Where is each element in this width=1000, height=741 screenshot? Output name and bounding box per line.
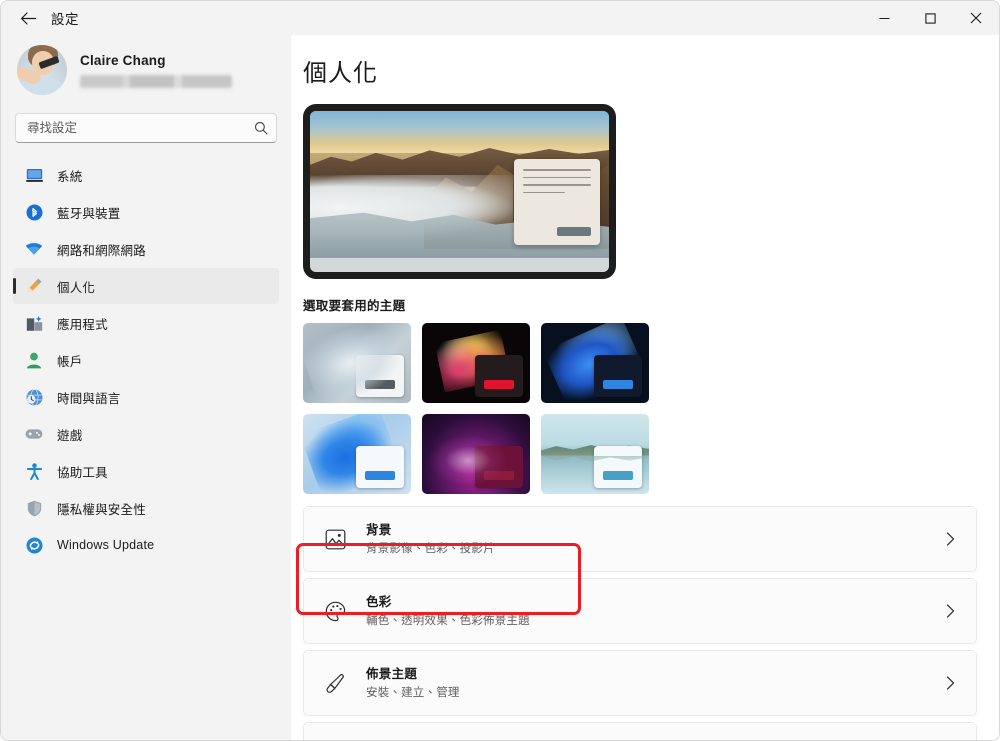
gaming-icon bbox=[25, 425, 43, 443]
desktop-preview[interactable] bbox=[303, 104, 616, 279]
profile-email-redacted bbox=[80, 75, 232, 88]
preview-taskbar bbox=[310, 258, 609, 272]
settings-row-subtitle: 背景影像、色彩、投影片 bbox=[366, 541, 940, 557]
minimize-button[interactable] bbox=[861, 2, 907, 35]
themes-section-label: 選取要套用的主題 bbox=[303, 295, 977, 314]
minimize-icon bbox=[879, 13, 890, 24]
settings-row-subtitle: 安裝、建立、管理 bbox=[366, 685, 940, 701]
main-content: 個人化 bbox=[291, 35, 999, 740]
image-icon bbox=[322, 526, 348, 552]
sidebar-item-apps[interactable]: 應用程式 bbox=[13, 305, 279, 341]
theme-purple-glow[interactable] bbox=[422, 414, 530, 494]
sidebar-item-system[interactable]: 系統 bbox=[13, 157, 279, 193]
settings-row-colors[interactable]: 色彩 輔色、透明效果、色彩佈景主題 bbox=[303, 578, 977, 644]
personalization-icon bbox=[25, 277, 43, 295]
title-bar: 設定 bbox=[1, 1, 999, 35]
sidebar-item-accounts[interactable]: 帳戶 bbox=[13, 342, 279, 378]
palette-icon bbox=[322, 598, 348, 624]
sidebar-item-label: 應用程式 bbox=[57, 314, 108, 333]
sidebar-item-network-internet[interactable]: 網路和網際網路 bbox=[13, 231, 279, 267]
sidebar-item-label: Windows Update bbox=[57, 538, 154, 552]
theme-blue-dark[interactable] bbox=[541, 323, 649, 403]
settings-row-title: 佈景主題 bbox=[366, 667, 417, 681]
preview-window-button bbox=[557, 227, 591, 236]
preview-sky bbox=[310, 111, 609, 153]
settings-row-title: 背景 bbox=[366, 523, 392, 537]
sidebar-item-label: 系統 bbox=[57, 166, 82, 185]
system-icon bbox=[25, 166, 43, 184]
settings-row-title: 色彩 bbox=[366, 595, 392, 609]
accounts-icon bbox=[25, 351, 43, 369]
theme-light-bloom[interactable] bbox=[303, 323, 411, 403]
sidebar-item-windows-update[interactable]: Windows Update bbox=[13, 527, 279, 563]
preview-window-card bbox=[514, 159, 600, 245]
sidebar-item-label: 遊戲 bbox=[57, 425, 82, 444]
sidebar-nav: 系統 藍牙與裝置 bbox=[11, 157, 281, 563]
close-button[interactable] bbox=[953, 2, 999, 35]
search-box[interactable] bbox=[15, 113, 277, 143]
sidebar-item-label: 協助工具 bbox=[57, 462, 108, 481]
close-icon bbox=[970, 12, 982, 24]
settings-window: 設定 bbox=[0, 0, 1000, 741]
search-input[interactable] bbox=[16, 114, 246, 142]
back-button[interactable] bbox=[11, 3, 45, 33]
maximize-button[interactable] bbox=[907, 2, 953, 35]
avatar bbox=[17, 45, 67, 95]
maximize-icon bbox=[925, 13, 936, 24]
page-title: 個人化 bbox=[303, 53, 977, 88]
chevron-right-icon bbox=[940, 604, 960, 618]
sidebar-item-personalization[interactable]: 個人化 bbox=[13, 268, 279, 304]
sidebar-item-label: 時間與語言 bbox=[57, 388, 121, 407]
sidebar-item-label: 個人化 bbox=[57, 277, 95, 296]
window-title: 設定 bbox=[51, 8, 79, 28]
theme-lake[interactable] bbox=[541, 414, 649, 494]
paintbrush-icon bbox=[322, 670, 348, 696]
theme-blue-light[interactable] bbox=[303, 414, 411, 494]
theme-grid bbox=[303, 323, 977, 494]
sidebar-item-label: 藍牙與裝置 bbox=[57, 203, 121, 222]
sidebar-item-label: 帳戶 bbox=[57, 351, 82, 370]
settings-row-lockscreen[interactable]: 鎖定畫面 bbox=[303, 722, 977, 740]
profile-name: Claire Chang bbox=[80, 52, 232, 69]
sidebar-item-privacy-security[interactable]: 隱私權與安全性 bbox=[13, 490, 279, 526]
sidebar-item-accessibility[interactable]: 協助工具 bbox=[13, 453, 279, 489]
apps-icon bbox=[25, 314, 43, 332]
wifi-icon bbox=[25, 240, 43, 258]
settings-row-themes[interactable]: 佈景主題 安裝、建立、管理 bbox=[303, 650, 977, 716]
settings-row-background[interactable]: 背景 背景影像、色彩、投影片 bbox=[303, 506, 977, 572]
accessibility-icon bbox=[25, 462, 43, 480]
chevron-right-icon bbox=[940, 676, 960, 690]
sidebar-item-time-language[interactable]: 時間與語言 bbox=[13, 379, 279, 415]
back-arrow-icon bbox=[20, 11, 37, 26]
chevron-right-icon bbox=[940, 532, 960, 546]
privacy-shield-icon bbox=[25, 499, 43, 517]
windows-update-icon bbox=[25, 536, 43, 554]
theme-dark-flower[interactable] bbox=[422, 323, 530, 403]
bluetooth-icon bbox=[25, 203, 43, 221]
time-language-icon bbox=[25, 388, 43, 406]
search-icon[interactable] bbox=[246, 121, 276, 135]
preview-screen bbox=[310, 111, 609, 272]
sidebar-item-bluetooth-devices[interactable]: 藍牙與裝置 bbox=[13, 194, 279, 230]
settings-row-subtitle: 輔色、透明效果、色彩佈景主題 bbox=[366, 613, 940, 629]
sidebar-item-label: 網路和網際網路 bbox=[57, 240, 146, 259]
window-body: Claire Chang bbox=[1, 35, 999, 740]
sidebar-item-label: 隱私權與安全性 bbox=[57, 499, 146, 518]
sidebar: Claire Chang bbox=[1, 35, 291, 740]
settings-list: 背景 背景影像、色彩、投影片 bbox=[303, 506, 977, 740]
sidebar-item-gaming[interactable]: 遊戲 bbox=[13, 416, 279, 452]
user-profile[interactable]: Claire Chang bbox=[11, 35, 281, 103]
